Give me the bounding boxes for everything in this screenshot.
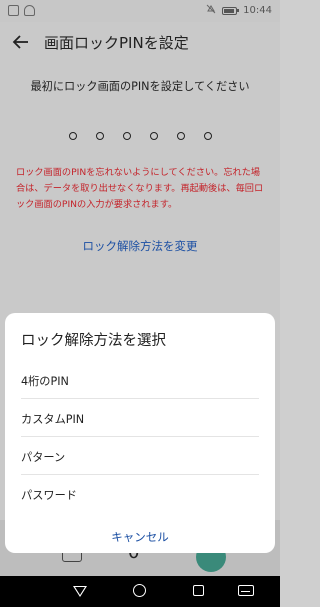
option-password[interactable]: パスワード: [21, 475, 259, 513]
back-arrow-icon[interactable]: [10, 31, 32, 53]
page-title: 画面ロックPINを設定: [44, 34, 189, 52]
pin-instruction: 最初にロック画面のPINを設定してください: [30, 80, 250, 93]
status-bar: 10:44: [0, 0, 280, 22]
pin-dot: [203, 132, 212, 140]
option-4-digit-pin[interactable]: 4桁のPIN: [21, 361, 259, 399]
status-right: 10:44: [206, 4, 272, 17]
wifi-icon: [24, 5, 35, 16]
nav-back-icon-inner: [75, 587, 85, 595]
app-header: 画面ロックPINを設定: [0, 22, 280, 62]
pin-indicator: [0, 132, 280, 140]
sim-icon: [8, 5, 19, 16]
mute-icon: [206, 4, 216, 17]
status-time: 10:44: [243, 5, 272, 16]
sheet-title: ロック解除方法を選択: [21, 333, 166, 349]
navigation-bar: [0, 576, 280, 607]
battery-icon: [222, 6, 240, 15]
pin-warning-text: ロック画面のPINを忘れないようにしてください。忘れた場合は、データを取り出せな…: [16, 167, 264, 210]
nav-home-icon[interactable]: [133, 584, 146, 597]
change-unlock-method-link[interactable]: ロック解除方法を変更: [0, 238, 280, 254]
pin-dot: [176, 132, 185, 140]
battery-fill: [224, 8, 235, 13]
pin-dot: [122, 132, 131, 140]
option-custom-pin[interactable]: カスタムPIN: [21, 399, 259, 437]
pin-dot: [95, 132, 104, 140]
pin-dot: [68, 132, 77, 140]
nav-keyboard-icon[interactable]: [238, 585, 254, 596]
option-pattern[interactable]: パターン: [21, 437, 259, 475]
pin-dot: [149, 132, 158, 140]
screen: 10:44 画面ロックPINを設定 最初にロック画面のPINを設定してください …: [0, 0, 280, 607]
cancel-button[interactable]: キャンセル: [5, 529, 275, 545]
status-left: [8, 5, 35, 16]
unlock-method-sheet: ロック解除方法を選択 4桁のPIN カスタムPIN パターン パスワード キャン…: [5, 313, 275, 553]
nav-recent-icon[interactable]: [193, 585, 204, 596]
